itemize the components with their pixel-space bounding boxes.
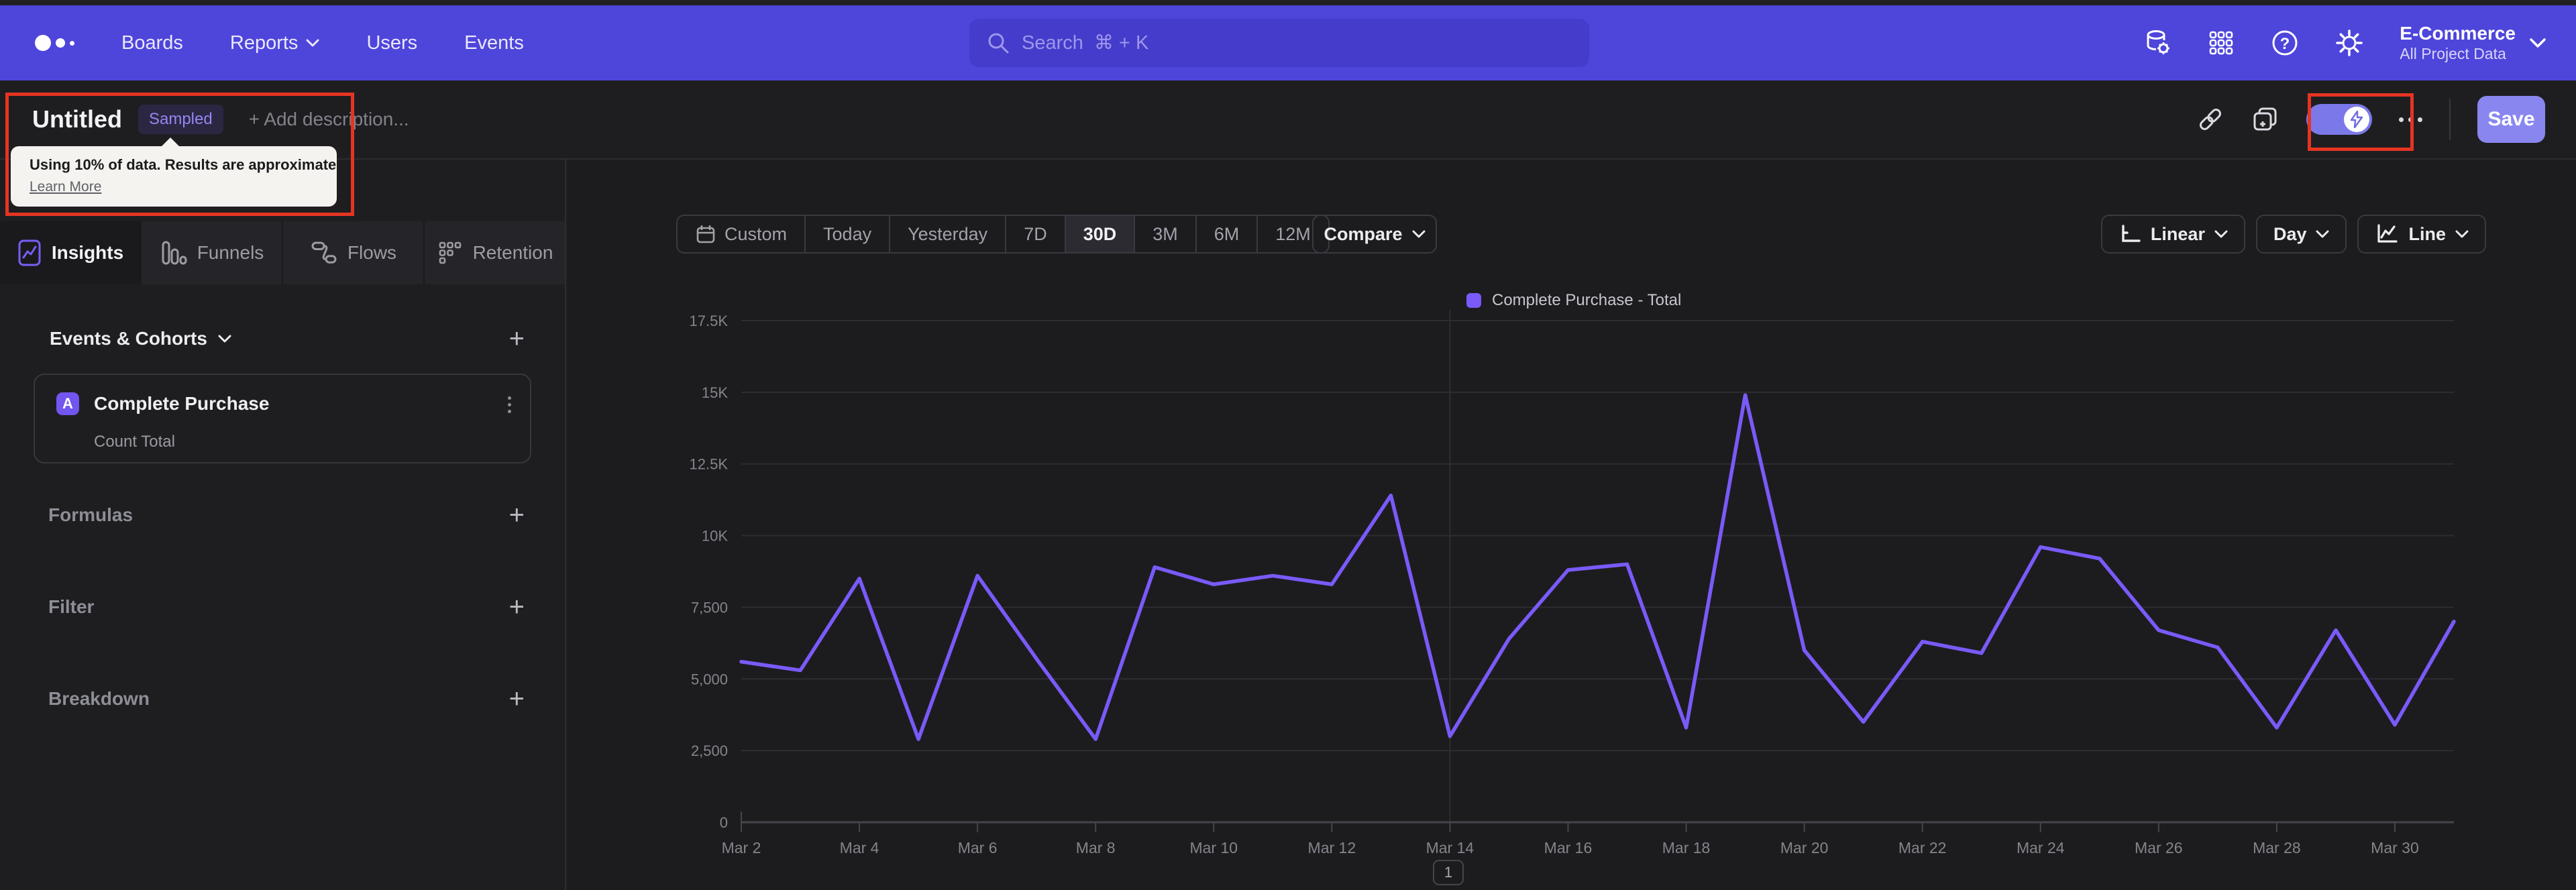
range-today[interactable]: Today bbox=[804, 216, 889, 252]
add-breakdown-button[interactable]: + bbox=[509, 685, 525, 712]
settings-gear-icon[interactable] bbox=[2335, 29, 2363, 57]
header-divider bbox=[2449, 99, 2451, 140]
chevron-down-icon bbox=[2530, 38, 2546, 48]
range-6m[interactable]: 6M bbox=[1195, 216, 1257, 252]
scale-dropdown[interactable]: Linear bbox=[2100, 215, 2245, 254]
pagination-page-1[interactable]: 1 bbox=[1433, 860, 1464, 885]
event-name[interactable]: Complete Purchase bbox=[94, 393, 269, 414]
event-card[interactable]: A Complete Purchase Count Total bbox=[34, 374, 531, 463]
report-type-tabs: Insights Funnels Flows Retention bbox=[0, 221, 565, 284]
apps-grid-icon[interactable] bbox=[2208, 30, 2235, 56]
save-button[interactable]: Save bbox=[2477, 96, 2545, 143]
insights-report-page: { "navbar": { "items": ["Boards", "Repor… bbox=[0, 0, 2576, 890]
chart-legend[interactable]: Complete Purchase - Total bbox=[1466, 291, 1681, 310]
line-chart-icon bbox=[2377, 224, 2398, 243]
project-selector[interactable]: E-Commerce All Project Data bbox=[2400, 22, 2546, 63]
learn-more-link[interactable]: Learn More bbox=[30, 179, 101, 195]
range-yesterday[interactable]: Yesterday bbox=[889, 216, 1005, 252]
calendar-icon bbox=[696, 225, 715, 243]
data-management-icon[interactable] bbox=[2143, 29, 2171, 57]
tooltip-text: Using 10% of data. Results are approxima… bbox=[30, 156, 341, 173]
query-builder-sidebar: Insights Funnels Flows Retention Events … bbox=[0, 160, 566, 890]
range-7d[interactable]: 7D bbox=[1005, 216, 1065, 252]
funnels-icon bbox=[162, 241, 187, 265]
tab-funnels[interactable]: Funnels bbox=[140, 221, 282, 284]
chevron-down-icon bbox=[2214, 230, 2228, 237]
filter-label: Filter bbox=[48, 596, 95, 617]
add-description-button[interactable]: + Add description... bbox=[249, 109, 409, 130]
breakdown-section: Breakdown + bbox=[48, 680, 525, 718]
legend-swatch bbox=[1466, 293, 1481, 308]
formulas-section: Formulas + bbox=[48, 496, 525, 534]
project-scope: All Project Data bbox=[2400, 45, 2506, 62]
events-cohorts-header: Events & Cohorts + bbox=[50, 325, 525, 353]
tab-flows[interactable]: Flows bbox=[282, 221, 423, 284]
window-top-strip bbox=[0, 0, 2576, 5]
chevron-down-icon bbox=[306, 39, 319, 46]
copy-link-icon[interactable] bbox=[2196, 105, 2224, 133]
filter-section: Filter + bbox=[48, 588, 525, 626]
range-3m[interactable]: 3M bbox=[1134, 216, 1195, 252]
insights-icon bbox=[18, 239, 41, 266]
nav-item-boards[interactable]: Boards bbox=[121, 32, 183, 54]
add-filter-button[interactable]: + bbox=[509, 594, 525, 620]
chevron-down-icon bbox=[2316, 230, 2329, 237]
tooltip-arrow bbox=[161, 137, 180, 147]
flows-icon bbox=[311, 241, 337, 264]
report-title[interactable]: Untitled bbox=[32, 105, 122, 133]
chevron-down-icon bbox=[2455, 230, 2469, 237]
event-letter-badge: A bbox=[56, 392, 79, 415]
search-input[interactable] bbox=[1022, 32, 1572, 54]
formulas-label: Formulas bbox=[48, 504, 133, 525]
report-header: Untitled Sampled + Add description... Sa… bbox=[0, 80, 2576, 160]
tab-retention[interactable]: Retention bbox=[423, 221, 565, 284]
range-30d[interactable]: 30D bbox=[1064, 216, 1134, 252]
events-cohorts-label[interactable]: Events & Cohorts bbox=[50, 328, 231, 349]
sampled-badge[interactable]: Sampled bbox=[138, 105, 223, 134]
global-search[interactable] bbox=[969, 19, 1589, 67]
add-to-board-icon[interactable] bbox=[2251, 105, 2279, 133]
chart-type-dropdown[interactable]: Line bbox=[2357, 215, 2486, 254]
nav-item-users[interactable]: Users bbox=[366, 32, 417, 54]
chevron-down-icon bbox=[218, 335, 231, 342]
sampling-tooltip: Using 10% of data. Results are approxima… bbox=[11, 137, 341, 207]
lightning-bolt-icon bbox=[2350, 111, 2363, 128]
sampling-toggle[interactable] bbox=[2306, 104, 2372, 135]
top-navbar: Boards Reports Users Events ? E-Commerce… bbox=[0, 5, 2576, 80]
svg-text:?: ? bbox=[2280, 35, 2290, 53]
legend-label: Complete Purchase - Total bbox=[1492, 291, 1682, 309]
search-icon bbox=[988, 33, 1009, 54]
retention-icon bbox=[439, 241, 461, 264]
more-options-button[interactable] bbox=[2399, 117, 2422, 122]
range-custom[interactable]: Custom bbox=[678, 216, 804, 252]
add-formula-button[interactable]: + bbox=[509, 502, 525, 529]
help-icon[interactable]: ? bbox=[2271, 29, 2299, 57]
date-range-control: Custom Today Yesterday 7D 30D 3M 6M 12M bbox=[676, 215, 1330, 254]
add-event-button[interactable]: + bbox=[509, 325, 525, 352]
project-name: E-Commerce bbox=[2400, 23, 2516, 44]
linear-scale-icon bbox=[2122, 225, 2141, 242]
event-menu-button[interactable] bbox=[508, 396, 511, 413]
event-metric[interactable]: Count Total bbox=[94, 433, 175, 451]
interval-dropdown[interactable]: Day bbox=[2255, 215, 2347, 254]
tab-insights[interactable]: Insights bbox=[0, 221, 140, 284]
chart-panel: Custom Today Yesterday 7D 30D 3M 6M 12M … bbox=[568, 160, 2576, 890]
breakdown-label: Breakdown bbox=[48, 688, 150, 709]
toggle-knob bbox=[2344, 107, 2369, 132]
mixpanel-logo-icon[interactable] bbox=[35, 35, 74, 51]
chevron-down-icon bbox=[1412, 230, 1426, 237]
nav-item-events[interactable]: Events bbox=[464, 32, 524, 54]
compare-button[interactable]: Compare bbox=[1312, 215, 1437, 254]
nav-item-reports[interactable]: Reports bbox=[230, 32, 320, 54]
